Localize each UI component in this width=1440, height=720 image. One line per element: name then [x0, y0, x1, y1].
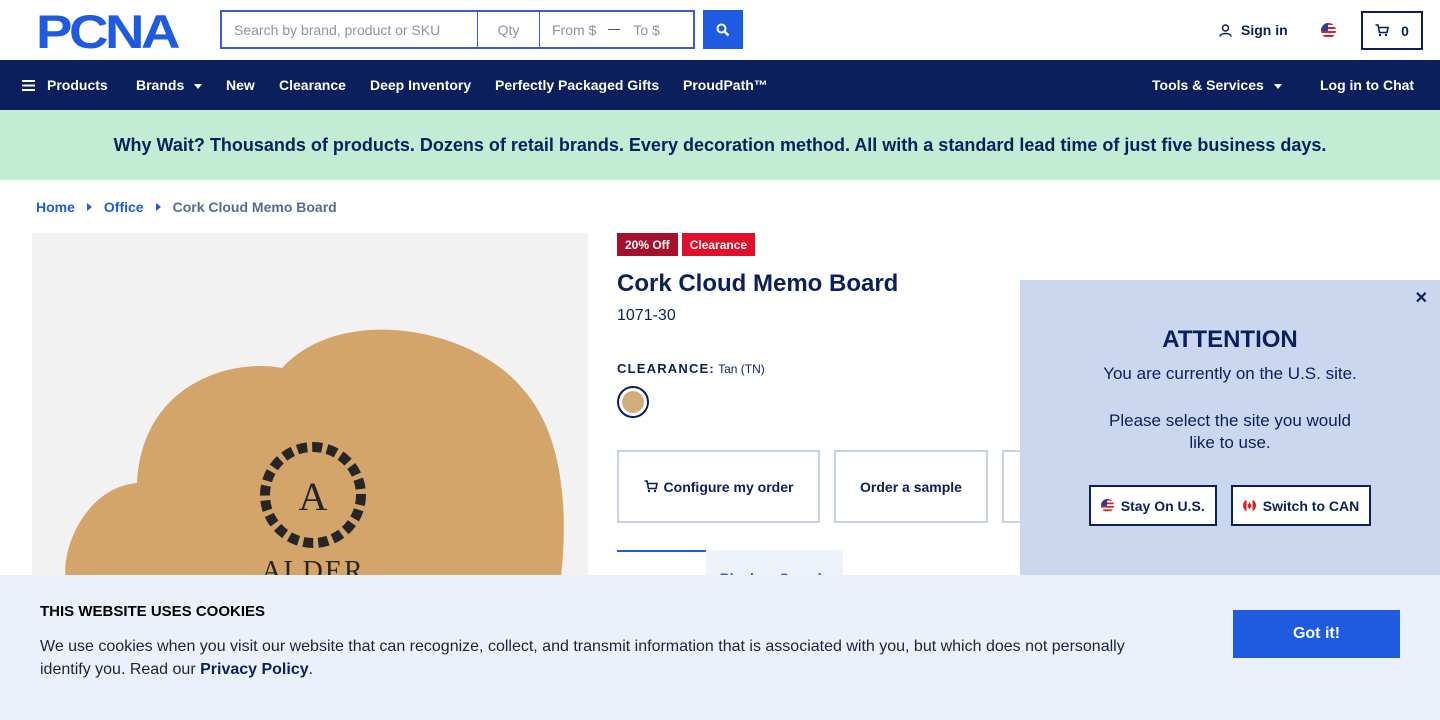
- cookie-banner: THIS WEBSITE USES COOKIES We use cookies…: [0, 575, 1440, 720]
- chevron-right-icon: [86, 203, 92, 211]
- product-sku: 1071-30: [617, 307, 676, 324]
- breadcrumb-current: Cork Cloud Memo Board: [172, 199, 337, 215]
- nav-tools-services[interactable]: Tools & Services: [1152, 60, 1282, 110]
- nav-new-label: New: [226, 77, 255, 93]
- switch-can-button[interactable]: Switch to CAN: [1230, 485, 1372, 526]
- price-to-input[interactable]: To $: [633, 22, 659, 38]
- stay-us-button[interactable]: Stay On U.S.: [1088, 485, 1217, 526]
- switch-can-label: Switch to CAN: [1262, 497, 1360, 514]
- got-it-button[interactable]: Got it!: [1233, 610, 1400, 658]
- cart-icon: [644, 480, 658, 493]
- search-icon: [716, 23, 730, 36]
- cart-icon: [1375, 24, 1390, 37]
- cookie-text: We use cookies when you visit our websit…: [40, 635, 1150, 681]
- popup-title: ATTENTION: [1162, 326, 1298, 353]
- qty-input[interactable]: Qty: [478, 10, 540, 49]
- user-icon: [1219, 23, 1232, 37]
- nav-deep-inventory[interactable]: Deep Inventory: [370, 60, 471, 110]
- pcna-logo[interactable]: PCNA: [36, 11, 184, 51]
- cart-count: 0: [1401, 22, 1409, 39]
- cart-button[interactable]: 0: [1361, 11, 1423, 50]
- nav-proudpath[interactable]: ProudPath™: [683, 60, 768, 110]
- chevron-right-icon: [155, 203, 161, 211]
- price-range-dash: [608, 29, 621, 30]
- swatch-fill: [622, 391, 644, 413]
- nav-clearance-label: Clearance: [279, 77, 346, 93]
- breadcrumb-home[interactable]: Home: [36, 199, 75, 215]
- search-button[interactable]: [703, 10, 743, 49]
- promo-banner-text: Why Wait? Thousands of products. Dozens …: [113, 134, 1327, 155]
- configure-order-label: Configure my order: [663, 478, 794, 495]
- popup-message-select-site: Please select the site you would like to…: [1109, 411, 1351, 452]
- popup-buttons: Stay On U.S. Switch to CAN: [1020, 485, 1440, 526]
- us-flag-icon[interactable]: [1321, 23, 1336, 38]
- nav-products-label: Products: [47, 77, 108, 93]
- color-label-value: Tan (TN): [718, 362, 765, 376]
- stay-us-label: Stay On U.S.: [1120, 497, 1205, 514]
- breadcrumb: Home Office Cork Cloud Memo Board: [36, 199, 337, 215]
- color-label-key: CLEARANCE:: [617, 361, 715, 376]
- breadcrumb-office[interactable]: Office: [104, 199, 144, 215]
- configure-order-button[interactable]: Configure my order: [617, 450, 820, 523]
- discount-badge: 20% Off: [617, 233, 678, 256]
- search-input[interactable]: Search by brand, product or SKU: [220, 10, 478, 49]
- color-label: CLEARANCE: Tan (TN): [617, 361, 765, 376]
- promo-banner: Why Wait? Thousands of products. Dozens …: [0, 110, 1440, 180]
- site-selection-popup: ✕ ATTENTION You are currently on the U.S…: [1020, 280, 1440, 575]
- order-sample-button[interactable]: Order a sample: [834, 450, 988, 523]
- sign-in-label: Sign in: [1241, 22, 1288, 38]
- cookie-title: THIS WEBSITE USES COOKIES: [40, 603, 266, 620]
- nav-new[interactable]: New: [226, 60, 255, 110]
- nav-chat-login-label: Log in to Chat: [1320, 77, 1415, 93]
- sign-in-link[interactable]: Sign in: [1219, 22, 1288, 38]
- nav-deep-inventory-label: Deep Inventory: [370, 77, 472, 93]
- nav-products[interactable]: Products: [22, 60, 108, 110]
- main-nav: Products Brands New Clearance Deep Inven…: [0, 60, 1440, 110]
- menu-icon: [22, 79, 35, 91]
- nav-proudpath-label: ProudPath™: [683, 77, 768, 93]
- chevron-down-icon: [194, 83, 203, 89]
- nav-chat-login[interactable]: Log in to Chat: [1320, 60, 1414, 110]
- nav-packaged-gifts-label: Perfectly Packaged Gifts: [495, 77, 660, 93]
- product-badges: 20% Off Clearance: [617, 233, 759, 256]
- cookie-text-end: .: [308, 661, 314, 678]
- us-flag-icon: [1100, 499, 1114, 512]
- nav-packaged-gifts[interactable]: Perfectly Packaged Gifts: [495, 60, 659, 110]
- clearance-badge: Clearance: [681, 233, 756, 256]
- canada-flag-icon: [1242, 499, 1256, 512]
- price-from-input[interactable]: From $: [552, 22, 596, 38]
- search-bar: Search by brand, product or SKU Qty From…: [220, 10, 743, 49]
- price-range: From $ To $: [540, 10, 695, 49]
- order-sample-label: Order a sample: [860, 478, 962, 495]
- chevron-down-icon: [1273, 83, 1282, 89]
- nav-clearance[interactable]: Clearance: [279, 60, 346, 110]
- product-title: Cork Cloud Memo Board: [617, 270, 899, 297]
- nav-brands-label: Brands: [136, 77, 185, 93]
- popup-message-current-site: You are currently on the U.S. site.: [1103, 364, 1357, 383]
- privacy-policy-link[interactable]: Privacy Policy: [200, 661, 309, 678]
- product-logo-letter: A: [299, 474, 328, 519]
- svg-text:PCNA: PCNA: [36, 11, 179, 51]
- color-swatch-tan[interactable]: [617, 386, 649, 418]
- nav-tools-services-label: Tools & Services: [1152, 77, 1264, 93]
- close-icon[interactable]: ✕: [1415, 288, 1428, 308]
- nav-brands[interactable]: Brands: [136, 60, 203, 110]
- site-header: PCNA Search by brand, product or SKU Qty…: [0, 0, 1440, 60]
